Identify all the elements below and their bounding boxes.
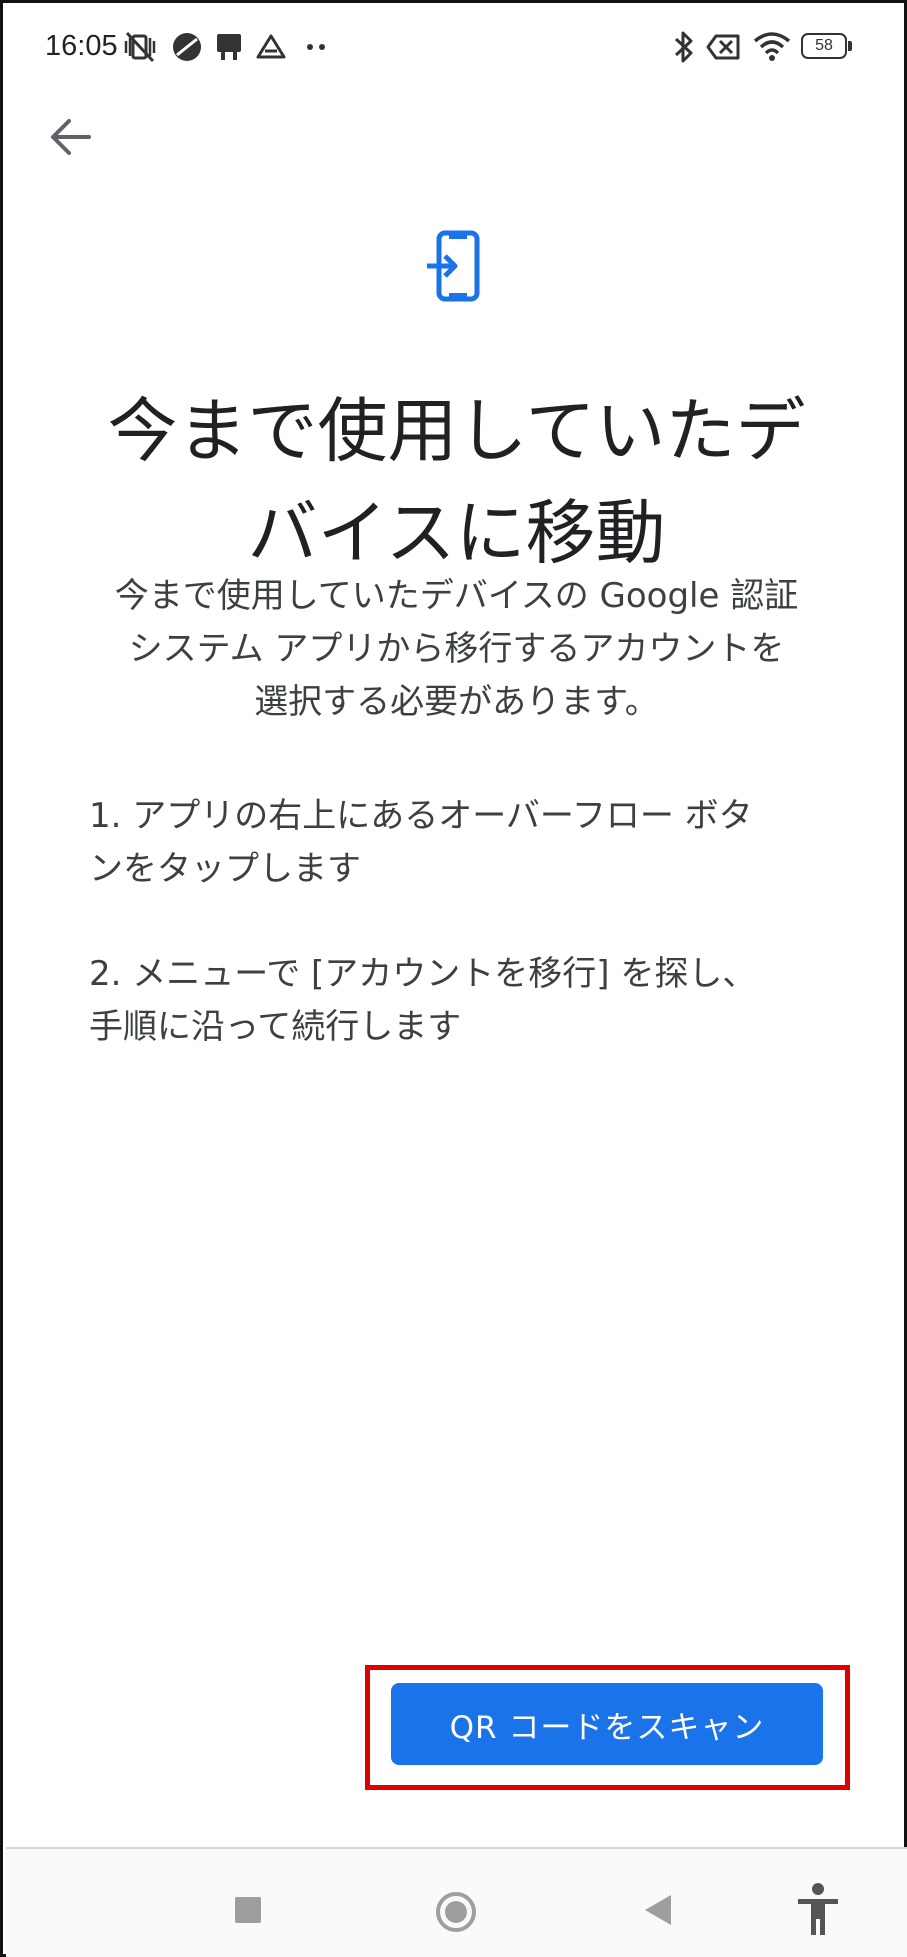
home-circle-icon[interactable]	[435, 1891, 477, 1933]
description-line-2: システム アプリから移行するアカウントを	[128, 629, 785, 669]
more-dots-icon	[307, 44, 325, 50]
title-line-1: 今まで使用していたデ	[107, 389, 806, 472]
navigation-bar	[6, 1849, 907, 1957]
title-line-2: バイスに移動	[247, 491, 666, 574]
mute-vibrate-icon	[124, 31, 156, 63]
instruction-step-2: 2. メニューで [アカウントを移行] を探し、 手順に沿って続行します	[89, 948, 829, 1054]
device-transfer-icon	[427, 230, 480, 302]
step-2-line-2: 手順に沿って続行します	[89, 1007, 462, 1047]
no-sim-icon	[706, 34, 740, 60]
recents-square-icon[interactable]	[234, 1896, 262, 1924]
status-bar: 16:05 58	[3, 3, 907, 93]
screen-frame: 16:05 58 今まで使用していたデ バイスに移動 今まで使用していたデバイス…	[0, 0, 907, 1957]
back-triangle-icon[interactable]	[643, 1893, 673, 1927]
cast-icon	[217, 34, 241, 60]
step-1-line-1: 1. アプリの右上にあるオーバーフロー ボタ	[89, 796, 753, 836]
scan-qr-code-button[interactable]: QR コードをスキャン	[391, 1683, 823, 1765]
description-line-3: 選択する必要があります。	[254, 682, 659, 722]
battery-icon: 58	[801, 33, 853, 61]
description-line-1: 今まで使用していたデバイスの Google 認証	[114, 576, 799, 616]
battery-level: 58	[815, 37, 833, 54]
page-title: 今まで使用していたデ バイスに移動	[63, 380, 850, 584]
accessibility-icon[interactable]	[795, 1881, 841, 1937]
description: 今まで使用していたデバイスの Google 認証 システム アプリから移行するア…	[83, 570, 830, 729]
back-arrow-icon[interactable]	[45, 111, 97, 163]
bluetooth-icon	[674, 31, 693, 63]
step-2-line-1: 2. メニューで [アカウントを移行] を探し、	[89, 954, 757, 994]
step-1-line-2: ンをタップします	[89, 849, 361, 889]
status-time: 16:05	[45, 30, 118, 62]
instruction-step-1: 1. アプリの右上にあるオーバーフロー ボタ ンをタップします	[89, 790, 829, 896]
vpn-icon	[173, 33, 201, 61]
drive-icon	[256, 34, 286, 59]
wifi-icon	[753, 32, 791, 61]
